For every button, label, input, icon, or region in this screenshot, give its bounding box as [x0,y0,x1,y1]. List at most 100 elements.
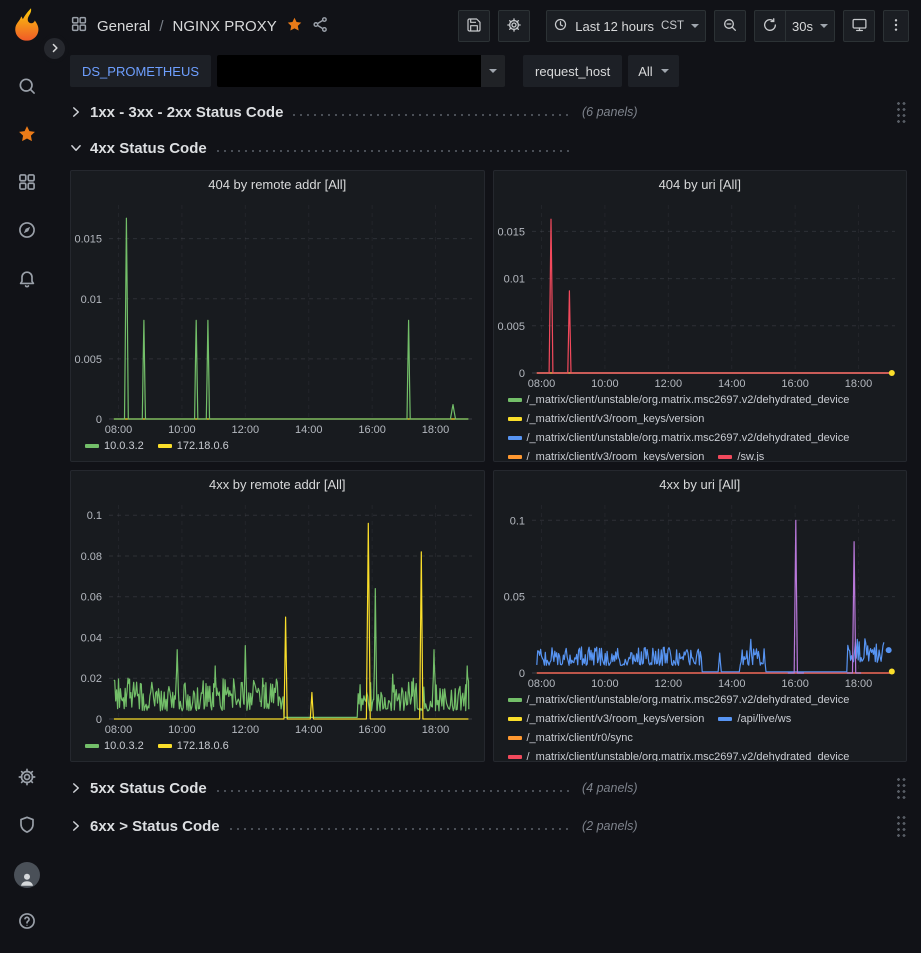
chevron-right-icon [70,106,84,118]
share-button[interactable] [312,16,329,37]
sidebar-nav [0,64,54,304]
sidebar-item-alerting[interactable] [0,256,54,304]
row-panels-count: (2 panels) [582,819,638,833]
legend-item[interactable]: /_matrix/client/v3/room_keys/version [508,411,705,427]
chart-404-by-uri[interactable]: 08:0010:0012:0014:0016:0018:0000.0050.01… [494,197,907,391]
sidebar-item-server-admin[interactable] [0,803,54,851]
x-axis-label: 14:00 [295,724,323,736]
legend-item[interactable]: /_matrix/client/unstable/org.matrix.msc2… [508,749,850,761]
row-6xx-status-code[interactable]: 6xx > Status Code (2 panels) [70,812,907,840]
breadcrumb-separator: / [159,18,163,35]
request-host-select[interactable]: All [628,55,678,87]
leader-dots [217,150,572,152]
legend-item[interactable]: /_matrix/client/v3/room_keys/version [508,711,705,727]
legend-swatch [158,744,172,748]
legend-item[interactable]: /_matrix/client/r0/sync [508,730,633,746]
row-title-group: 5xx Status Code [90,780,572,797]
panel-title[interactable]: 4xx by remote addr [All] [71,471,484,497]
legend-label: /api/live/ws [737,711,791,727]
chart-404-by-remote-addr[interactable]: 08:0010:0012:0014:0016:0018:0000.0050.01… [71,197,484,437]
legend-item[interactable]: /_matrix/client/unstable/org.matrix.msc2… [508,392,850,408]
legend-item[interactable]: /_matrix/client/v3/room_keys/version [508,449,705,461]
legend-item[interactable]: /_matrix/client/unstable/org.matrix.msc2… [508,692,850,708]
avatar [14,862,40,888]
legend-item[interactable]: /api/live/ws [718,711,791,727]
series-line [114,589,469,718]
request-host-variable-label: request_host [523,55,622,87]
share-icon [312,16,329,37]
legend-item[interactable]: 10.0.3.2 [85,438,144,454]
chevron-down-icon [70,142,84,154]
panel-legend: /_matrix/client/unstable/org.matrix.msc2… [494,391,907,461]
panel-title[interactable]: 4xx by uri [All] [494,471,907,497]
x-axis-label: 14:00 [717,378,745,390]
request-host-value: All [638,64,652,79]
sidebar-item-explore[interactable] [0,208,54,256]
panel-404-by-remote-addr: 404 by remote addr [All] 08:0010:0012:00… [70,170,485,462]
row-panels-count: (4 panels) [582,781,638,795]
legend-label: /_matrix/client/r0/sync [527,730,633,746]
dashboard-content: 1xx - 3xx - 2xx Status Code (6 panels) 4… [54,90,921,953]
chart-4xx-by-remote-addr[interactable]: 08:0010:0012:0014:0016:0018:0000.020.040… [71,497,484,737]
datasource-select[interactable] [217,55,505,87]
row-4xx-status-code[interactable]: 4xx Status Code [70,134,907,162]
chevron-right-icon [50,40,60,58]
x-axis-label: 12:00 [232,424,260,436]
chart-canvas: 08:0010:0012:0014:0016:0018:0000.050.1 [494,497,907,691]
refresh-icon [762,17,778,36]
row-title: 1xx - 3xx - 2xx Status Code [90,104,283,121]
sidebar-item-search[interactable] [0,64,54,112]
sidebar-item-help[interactable] [0,899,54,947]
x-axis-label: 16:00 [358,724,386,736]
legend-swatch [718,717,732,721]
favorite-button[interactable] [286,16,303,37]
legend-label: /_matrix/client/unstable/org.matrix.msc2… [527,692,850,708]
dashboards-button[interactable] [70,15,88,37]
tv-mode-button[interactable] [843,10,875,42]
legend-item[interactable]: 172.18.0.6 [158,438,229,454]
sidebar-toggle[interactable] [44,38,65,59]
legend-item[interactable]: 10.0.3.2 [85,738,144,754]
sidebar-item-configuration[interactable] [0,755,54,803]
sidebar-item-profile[interactable] [0,851,54,899]
x-axis-label: 18:00 [844,678,872,690]
row-5xx-status-code[interactable]: 5xx Status Code (4 panels) [70,774,907,802]
x-axis-label: 12:00 [654,378,682,390]
row-title-group: 4xx Status Code [90,140,572,157]
apps-grid-icon [17,172,37,197]
chevron-right-icon [70,820,84,832]
grafana-logo[interactable] [10,7,44,48]
x-axis-label: 18:00 [422,424,450,436]
breadcrumb-dashboard-title[interactable]: NGINX PROXY [173,18,277,35]
more-options-button[interactable] [883,10,909,42]
x-axis-label: 10:00 [591,378,619,390]
zoom-out-button[interactable] [714,10,746,42]
sidebar-item-starred[interactable] [0,112,54,160]
dashboard-settings-button[interactable] [498,10,530,42]
legend-item[interactable]: 172.18.0.6 [158,738,229,754]
sidebar-item-dashboards[interactable] [0,160,54,208]
row-title: 4xx Status Code [90,140,207,157]
x-axis-label: 16:00 [781,678,809,690]
breadcrumb: General / NGINX PROXY [70,15,329,37]
row-drag-handle[interactable] [896,101,907,124]
chart-4xx-by-uri[interactable]: 08:0010:0012:0014:0016:0018:0000.050.1 [494,497,907,691]
y-axis-label: 0.005 [74,354,102,366]
save-dashboard-button[interactable] [458,10,490,42]
row-drag-handle[interactable] [896,815,907,838]
row-drag-handle[interactable] [896,777,907,800]
legend-item[interactable]: /_matrix/client/unstable/org.matrix.msc2… [508,430,850,446]
time-range-picker[interactable]: Last 12 hours CST [546,10,706,42]
refresh-interval-picker[interactable]: 30s [786,10,835,42]
datasource-variable-label[interactable]: DS_PROMETHEUS [70,55,211,87]
panel-title[interactable]: 404 by remote addr [All] [71,171,484,197]
legend-item[interactable]: /sw.js [718,449,764,461]
legend-label: /_matrix/client/unstable/org.matrix.msc2… [527,749,850,761]
legend-swatch [508,417,522,421]
breadcrumb-section[interactable]: General [97,18,150,35]
shield-icon [17,815,37,840]
chart-canvas: 08:0010:0012:0014:0016:0018:0000.0050.01… [71,197,484,437]
panel-title[interactable]: 404 by uri [All] [494,171,907,197]
refresh-button[interactable] [754,10,786,42]
row-1xx-3xx-2xx-status-code[interactable]: 1xx - 3xx - 2xx Status Code (6 panels) [70,98,907,126]
